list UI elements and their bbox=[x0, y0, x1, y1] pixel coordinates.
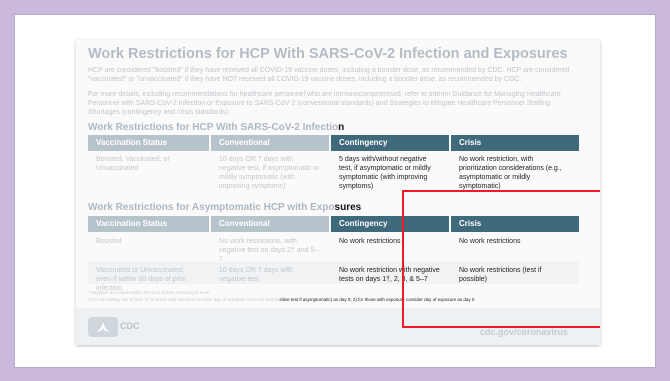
header-conventional-2: Conventional bbox=[211, 216, 329, 232]
section-title-infection-dim: Work Restrictions for HCP With SARS-CoV-… bbox=[88, 122, 339, 133]
table1-crisis-cell: No work restriction, with prioritization… bbox=[459, 156, 562, 190]
section-title-infection-hi: n bbox=[338, 122, 345, 133]
footnote-negative-test: †Negative test result within 48 hours be… bbox=[88, 290, 210, 295]
presentation-slide: Work Restrictions for HCP With SARS-CoV-… bbox=[76, 40, 600, 345]
header-vaccination-status: Vaccination Status bbox=[88, 135, 209, 151]
highlight-box bbox=[402, 190, 600, 328]
section-title-infection: Work Restrictions for HCP With SARS-CoV-… bbox=[88, 122, 344, 133]
hhs-eagle-icon bbox=[96, 322, 110, 332]
table2-row1-status: Boosted bbox=[96, 238, 122, 245]
table2-row2-conventional: 10 days OR 7 days with negative test bbox=[219, 267, 293, 283]
footnote-day-calculation-dim: ‡For calculating day of test: 1) for tho… bbox=[88, 297, 280, 302]
table1-conventional-cell: 10 days OR 7 days with negative test, if… bbox=[219, 156, 320, 190]
header-conventional: Conventional bbox=[211, 135, 329, 151]
header-contingency: Contingency bbox=[331, 135, 449, 151]
header-crisis: Crisis bbox=[451, 135, 579, 151]
slide-title: Work Restrictions for HCP With SARS-CoV-… bbox=[88, 46, 568, 62]
cdc-logo-text: CDC bbox=[120, 321, 140, 331]
cdc-url: cdc.gov/coronavirus bbox=[480, 327, 569, 337]
section-title-exposure: Work Restrictions for Asymptomatic HCP w… bbox=[88, 202, 361, 213]
table1-contingency-cell: 5 days with/without negative test, if as… bbox=[339, 156, 431, 190]
section-title-exposure-hi: sures bbox=[334, 202, 362, 213]
header-vaccination-status-2: Vaccination Status bbox=[88, 216, 209, 232]
section-title-exposure-dim: Work Restrictions for Asymptomatic HCP w… bbox=[88, 202, 335, 213]
table1-status-cell: Boosted, Vaccinated, or Unvaccinated bbox=[96, 156, 170, 172]
intro-paragraph-1: HCP are considered "boosted" if they hav… bbox=[88, 67, 570, 83]
cdc-logo bbox=[88, 317, 118, 337]
intro-paragraph-2: For more details, including recommendati… bbox=[88, 91, 561, 116]
